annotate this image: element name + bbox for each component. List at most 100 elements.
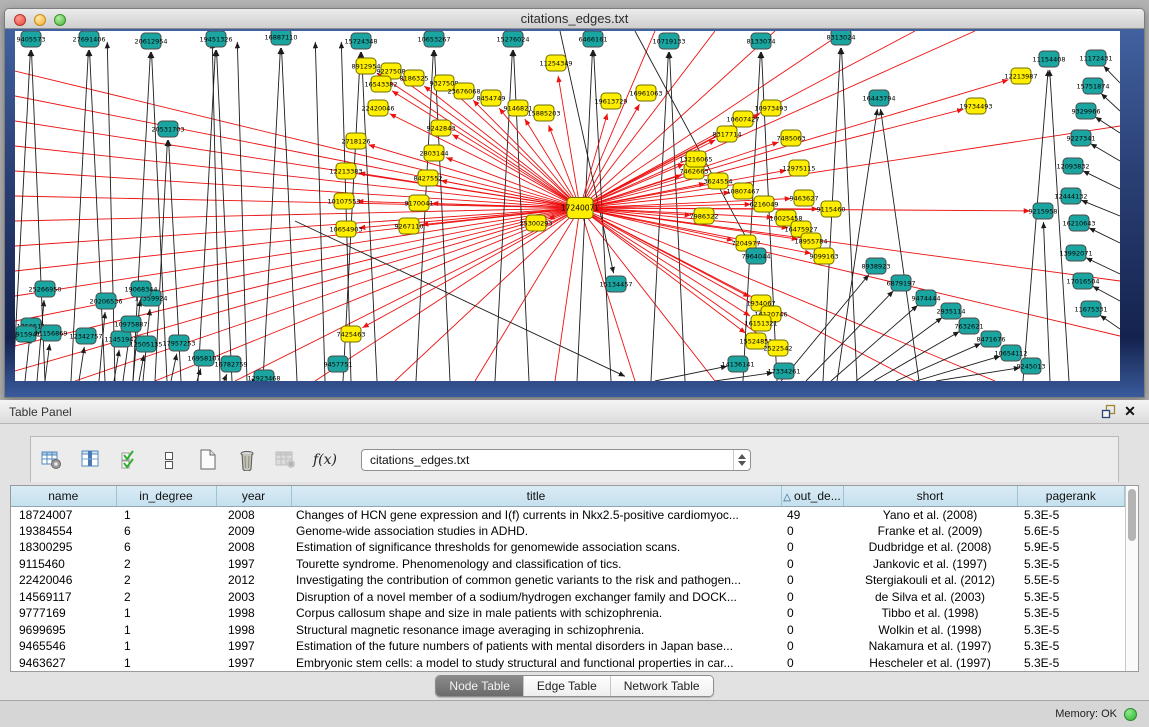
graph-edge[interactable] [198, 50, 215, 381]
cell-pagerank[interactable]: 5.6E-5 [1017, 523, 1125, 540]
graph-node[interactable]: 8313024 [827, 31, 856, 45]
network-canvas-svg[interactable]: 8912954922750816543382818632593275082367… [15, 31, 1120, 381]
graph-edge[interactable] [452, 134, 580, 208]
graph-node[interactable]: 9405573 [17, 31, 46, 47]
graph-node[interactable]: 15751874 [1076, 78, 1109, 94]
graph-node[interactable]: 12975115 [782, 160, 815, 176]
table-row[interactable]: 911546021997Tourette syndrome. Phenomeno… [11, 556, 1125, 573]
table-row[interactable]: 2242004622012Investigating the contribut… [11, 572, 1125, 589]
graph-edge[interactable] [580, 208, 750, 316]
cell-year[interactable]: 2008 [216, 506, 291, 523]
cell-year[interactable]: 1997 [216, 655, 291, 672]
graph-node[interactable]: 20531703 [151, 121, 184, 137]
graph-node[interactable]: 7986322 [690, 208, 719, 224]
new-column-button[interactable] [195, 447, 221, 473]
cell-title[interactable]: Disruption of a novel member of a sodium… [291, 589, 781, 606]
graph-node[interactable]: 9463627 [790, 190, 819, 206]
graph-node[interactable]: 22420046 [361, 100, 394, 116]
graph-edge[interactable] [1083, 171, 1120, 189]
cell-short[interactable]: Jankovic et al. (1997) [843, 556, 1017, 573]
graph-node[interactable]: 11172431 [1079, 50, 1112, 66]
table-row[interactable]: 1872400712008Changes of HCN gene express… [11, 506, 1125, 523]
cell-title[interactable]: Investigating the contribution of common… [291, 572, 781, 589]
cell-in_degree[interactable]: 1 [116, 506, 216, 523]
cell-in_degree[interactable]: 2 [116, 556, 216, 573]
graph-node[interactable]: 11154408 [1032, 51, 1065, 67]
cell-year[interactable]: 2008 [216, 539, 291, 556]
tab-edge-table[interactable]: Edge Table [523, 676, 610, 696]
graph-edge[interactable] [580, 125, 732, 208]
cell-name[interactable]: 9699695 [11, 622, 116, 639]
cell-name[interactable]: 19384554 [11, 523, 116, 540]
cell-pagerank[interactable]: 5.3E-5 [1017, 605, 1125, 622]
graph-node[interactable]: 19451326 [199, 31, 232, 47]
graph-node[interactable]: 9329966 [1072, 103, 1101, 119]
table-scrollbar[interactable] [1125, 486, 1138, 671]
cell-pagerank[interactable]: 5.3E-5 [1017, 589, 1125, 606]
cell-out_degree[interactable]: 0 [781, 539, 843, 556]
graph-edge[interactable] [15, 208, 580, 246]
graph-node[interactable]: 8186325 [400, 70, 429, 86]
column-header-pagerank[interactable]: pagerank [1017, 486, 1125, 506]
graph-node[interactable]: 9227341 [1067, 130, 1096, 146]
cell-year[interactable]: 1998 [216, 605, 291, 622]
cell-name[interactable]: 14569117 [11, 589, 116, 606]
graph-node[interactable]: 7485063 [777, 130, 806, 146]
graph-edge[interactable] [1081, 200, 1120, 216]
graph-node[interactable]: 27691406 [72, 31, 105, 47]
graph-edge[interactable] [15, 208, 580, 221]
graph-node[interactable]: 10607427 [726, 111, 759, 127]
graph-edge[interactable] [881, 109, 919, 381]
tab-network-table[interactable]: Network Table [610, 676, 713, 696]
graph-edge[interactable] [655, 366, 727, 381]
graph-edge[interactable] [1093, 286, 1120, 301]
graph-node[interactable]: 8471676 [977, 331, 1006, 347]
graph-node[interactable]: 9457751 [324, 356, 353, 372]
cell-name[interactable]: 9115460 [11, 556, 116, 573]
cell-title[interactable]: Genome-wide association studies in ADHD. [291, 523, 781, 540]
float-panel-button[interactable] [1097, 402, 1119, 422]
graph-edge[interactable] [580, 113, 607, 208]
cell-out_degree[interactable]: 0 [781, 638, 843, 655]
show-columns-button[interactable] [78, 447, 104, 473]
cell-out_degree[interactable]: 49 [781, 506, 843, 523]
graph-node[interactable]: 9170041 [405, 195, 434, 211]
graph-node[interactable]: 8133074 [747, 33, 776, 49]
graph-edge[interactable] [580, 208, 1030, 211]
graph-edge[interactable] [874, 332, 959, 381]
graph-edge[interactable] [390, 114, 580, 208]
graph-node[interactable]: 12213987 [1004, 68, 1037, 84]
graph-edge[interactable] [1095, 117, 1120, 133]
cell-in_degree[interactable]: 1 [116, 655, 216, 672]
graph-node[interactable]: 7964044 [742, 248, 771, 264]
cell-pagerank[interactable]: 5.5E-5 [1017, 572, 1125, 589]
graph-edge[interactable] [1023, 70, 1048, 381]
graph-edge[interactable] [781, 274, 869, 381]
cell-year[interactable]: 1998 [216, 622, 291, 639]
cell-title[interactable]: Changes of HCN gene expression and I(f) … [291, 506, 781, 523]
graph-node[interactable]: 12213383 [329, 163, 362, 179]
table-selector-dropdown[interactable]: citations_edges.txt [361, 449, 751, 471]
cell-pagerank[interactable]: 5.3E-5 [1017, 506, 1125, 523]
graph-edge[interactable] [1101, 93, 1120, 111]
cell-name[interactable]: 9463627 [11, 655, 116, 672]
graph-edge[interactable] [936, 368, 1020, 381]
cell-name[interactable]: 18724007 [11, 506, 116, 523]
graph-node[interactable]: 16961063 [629, 85, 662, 101]
graph-node[interactable]: 6216049 [750, 196, 779, 212]
cell-name[interactable]: 22420046 [11, 572, 116, 589]
graph-edge[interactable] [224, 374, 227, 381]
graph-edge[interactable] [171, 354, 177, 381]
cell-short[interactable]: Franke et al. (2009) [843, 523, 1017, 540]
graph-node[interactable]: 20206536 [89, 293, 122, 309]
column-header-out_degree[interactable]: △out_de... [781, 486, 843, 506]
cell-pagerank[interactable]: 5.9E-5 [1017, 539, 1125, 556]
cell-short[interactable]: Hescheler et al. (1997) [843, 655, 1017, 672]
cell-out_degree[interactable]: 0 [781, 556, 843, 573]
cell-name[interactable]: 9777169 [11, 605, 116, 622]
graph-node[interactable]: 2718126 [342, 133, 371, 149]
function-builder-button[interactable]: f(x) [312, 447, 338, 473]
graph-node[interactable]: 9474444 [912, 290, 941, 306]
graph-edge[interactable] [896, 343, 981, 381]
graph-node[interactable]: 2522542 [764, 340, 793, 356]
